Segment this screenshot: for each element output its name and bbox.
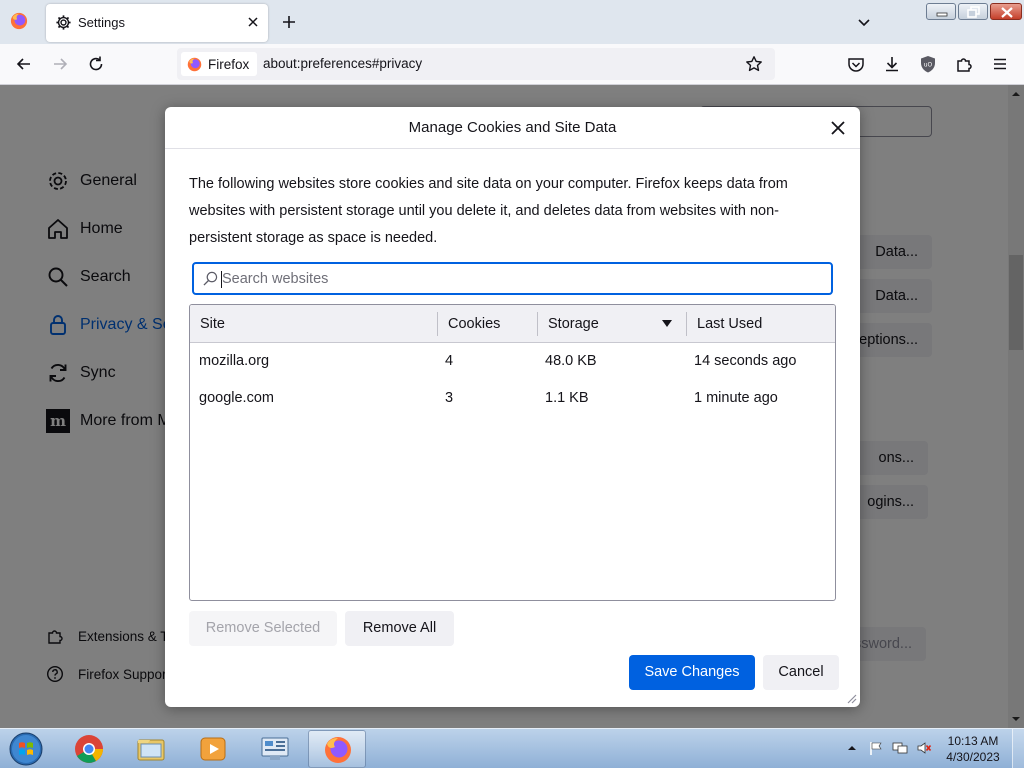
cell-site: google.com [199, 390, 274, 406]
minimize-button[interactable] [926, 3, 956, 20]
tab-strip: Settings [0, 0, 1024, 44]
control-panel-icon [261, 737, 289, 760]
back-arrow-icon[interactable] [15, 55, 33, 73]
table-row[interactable]: mozilla.org 4 48.0 KB 14 seconds ago [190, 343, 835, 380]
search-websites-input[interactable]: Search websites [192, 262, 833, 295]
clock-time: 10:13 AM [947, 734, 999, 748]
bookmark-star-icon[interactable] [745, 55, 763, 73]
dialog-title: Manage Cookies and Site Data [165, 107, 860, 149]
svg-text:uO: uO [924, 62, 933, 69]
taskbar-file-explorer[interactable] [122, 730, 180, 768]
search-placeholder: Search websites [222, 271, 329, 287]
taskbar-firefox[interactable] [308, 730, 366, 768]
scrollbar-overlay [1008, 85, 1024, 728]
page-scrollbar[interactable] [1008, 85, 1024, 728]
chevron-up-icon[interactable] [844, 740, 860, 756]
manage-cookies-dialog: Manage Cookies and Site Data The followi… [165, 107, 860, 707]
action-center-flag-icon[interactable] [868, 740, 884, 756]
system-tray [844, 740, 932, 756]
sites-table: Site Cookies Storage Last Used mozilla.o… [189, 304, 836, 601]
firefox-menu-icon[interactable] [10, 12, 28, 30]
remove-all-button[interactable]: Remove All [345, 611, 454, 646]
taskbar-media-player[interactable] [184, 730, 242, 768]
gear-icon [56, 15, 71, 30]
chevron-down-icon[interactable] [856, 14, 872, 30]
windows-start-icon[interactable] [6, 731, 46, 767]
remove-selected-button[interactable]: Remove Selected [189, 611, 337, 646]
cell-cookies: 3 [445, 390, 454, 406]
window-close-button[interactable] [990, 3, 1022, 20]
hamburger-menu-icon[interactable] [991, 55, 1009, 73]
close-icon[interactable] [828, 118, 848, 138]
table-header: Site Cookies Storage Last Used [190, 305, 835, 343]
network-icon[interactable] [892, 740, 908, 756]
cell-site: mozilla.org [199, 353, 270, 369]
identity-label: Firefox [208, 56, 250, 72]
extensions-puzzle-icon[interactable] [955, 55, 973, 73]
taskbar-chrome[interactable] [60, 730, 118, 768]
tab-title: Settings [78, 15, 125, 30]
pocket-icon[interactable] [847, 55, 865, 73]
tab-settings[interactable]: Settings [46, 4, 268, 42]
dialog-description: The following websites store cookies and… [189, 176, 788, 246]
cell-last-used: 1 minute ago [694, 390, 778, 406]
cell-storage: 1.1 KB [545, 390, 589, 406]
identity-box[interactable]: Firefox [181, 52, 258, 76]
close-tab-icon[interactable] [246, 15, 260, 29]
show-desktop-button[interactable] [1012, 729, 1024, 768]
file-explorer-icon [137, 739, 165, 761]
taskbar-control-panel[interactable] [246, 730, 304, 768]
url-bar[interactable]: Firefox about:preferences#privacy [177, 48, 775, 80]
chrome-icon [75, 735, 103, 763]
search-icon [203, 271, 218, 286]
column-header-cookies[interactable]: Cookies [438, 305, 537, 343]
sort-descending-icon [662, 320, 672, 327]
resize-grip-icon[interactable] [845, 692, 857, 704]
restore-button[interactable] [958, 3, 988, 20]
speaker-muted-icon[interactable] [916, 740, 932, 756]
cell-cookies: 4 [445, 353, 454, 369]
cell-storage: 48.0 KB [545, 353, 597, 369]
cell-last-used: 14 seconds ago [694, 353, 797, 369]
column-header-site[interactable]: Site [190, 305, 437, 343]
cancel-button[interactable]: Cancel [763, 655, 839, 690]
clock-date: 4/30/2023 [946, 750, 1000, 764]
firefox-logo-icon [187, 57, 202, 71]
firefox-icon [325, 737, 351, 763]
save-changes-button[interactable]: Save Changes [629, 655, 755, 690]
downloads-icon[interactable] [883, 55, 901, 73]
media-player-icon [200, 737, 226, 761]
table-row[interactable]: google.com 3 1.1 KB 1 minute ago [190, 380, 835, 417]
reload-icon[interactable] [87, 55, 105, 73]
system-clock[interactable]: 10:13 AM 4/30/2023 [940, 733, 1006, 765]
new-tab-icon[interactable] [280, 13, 298, 31]
windows-taskbar: 10:13 AM 4/30/2023 [0, 728, 1024, 768]
column-header-last-used[interactable]: Last Used [687, 305, 835, 343]
url-text[interactable]: about:preferences#privacy [263, 56, 422, 71]
navigation-toolbar: Firefox about:preferences#privacy uO [0, 44, 1024, 85]
ublock-shield-icon[interactable]: uO [919, 55, 937, 73]
forward-arrow-icon[interactable] [51, 55, 69, 73]
